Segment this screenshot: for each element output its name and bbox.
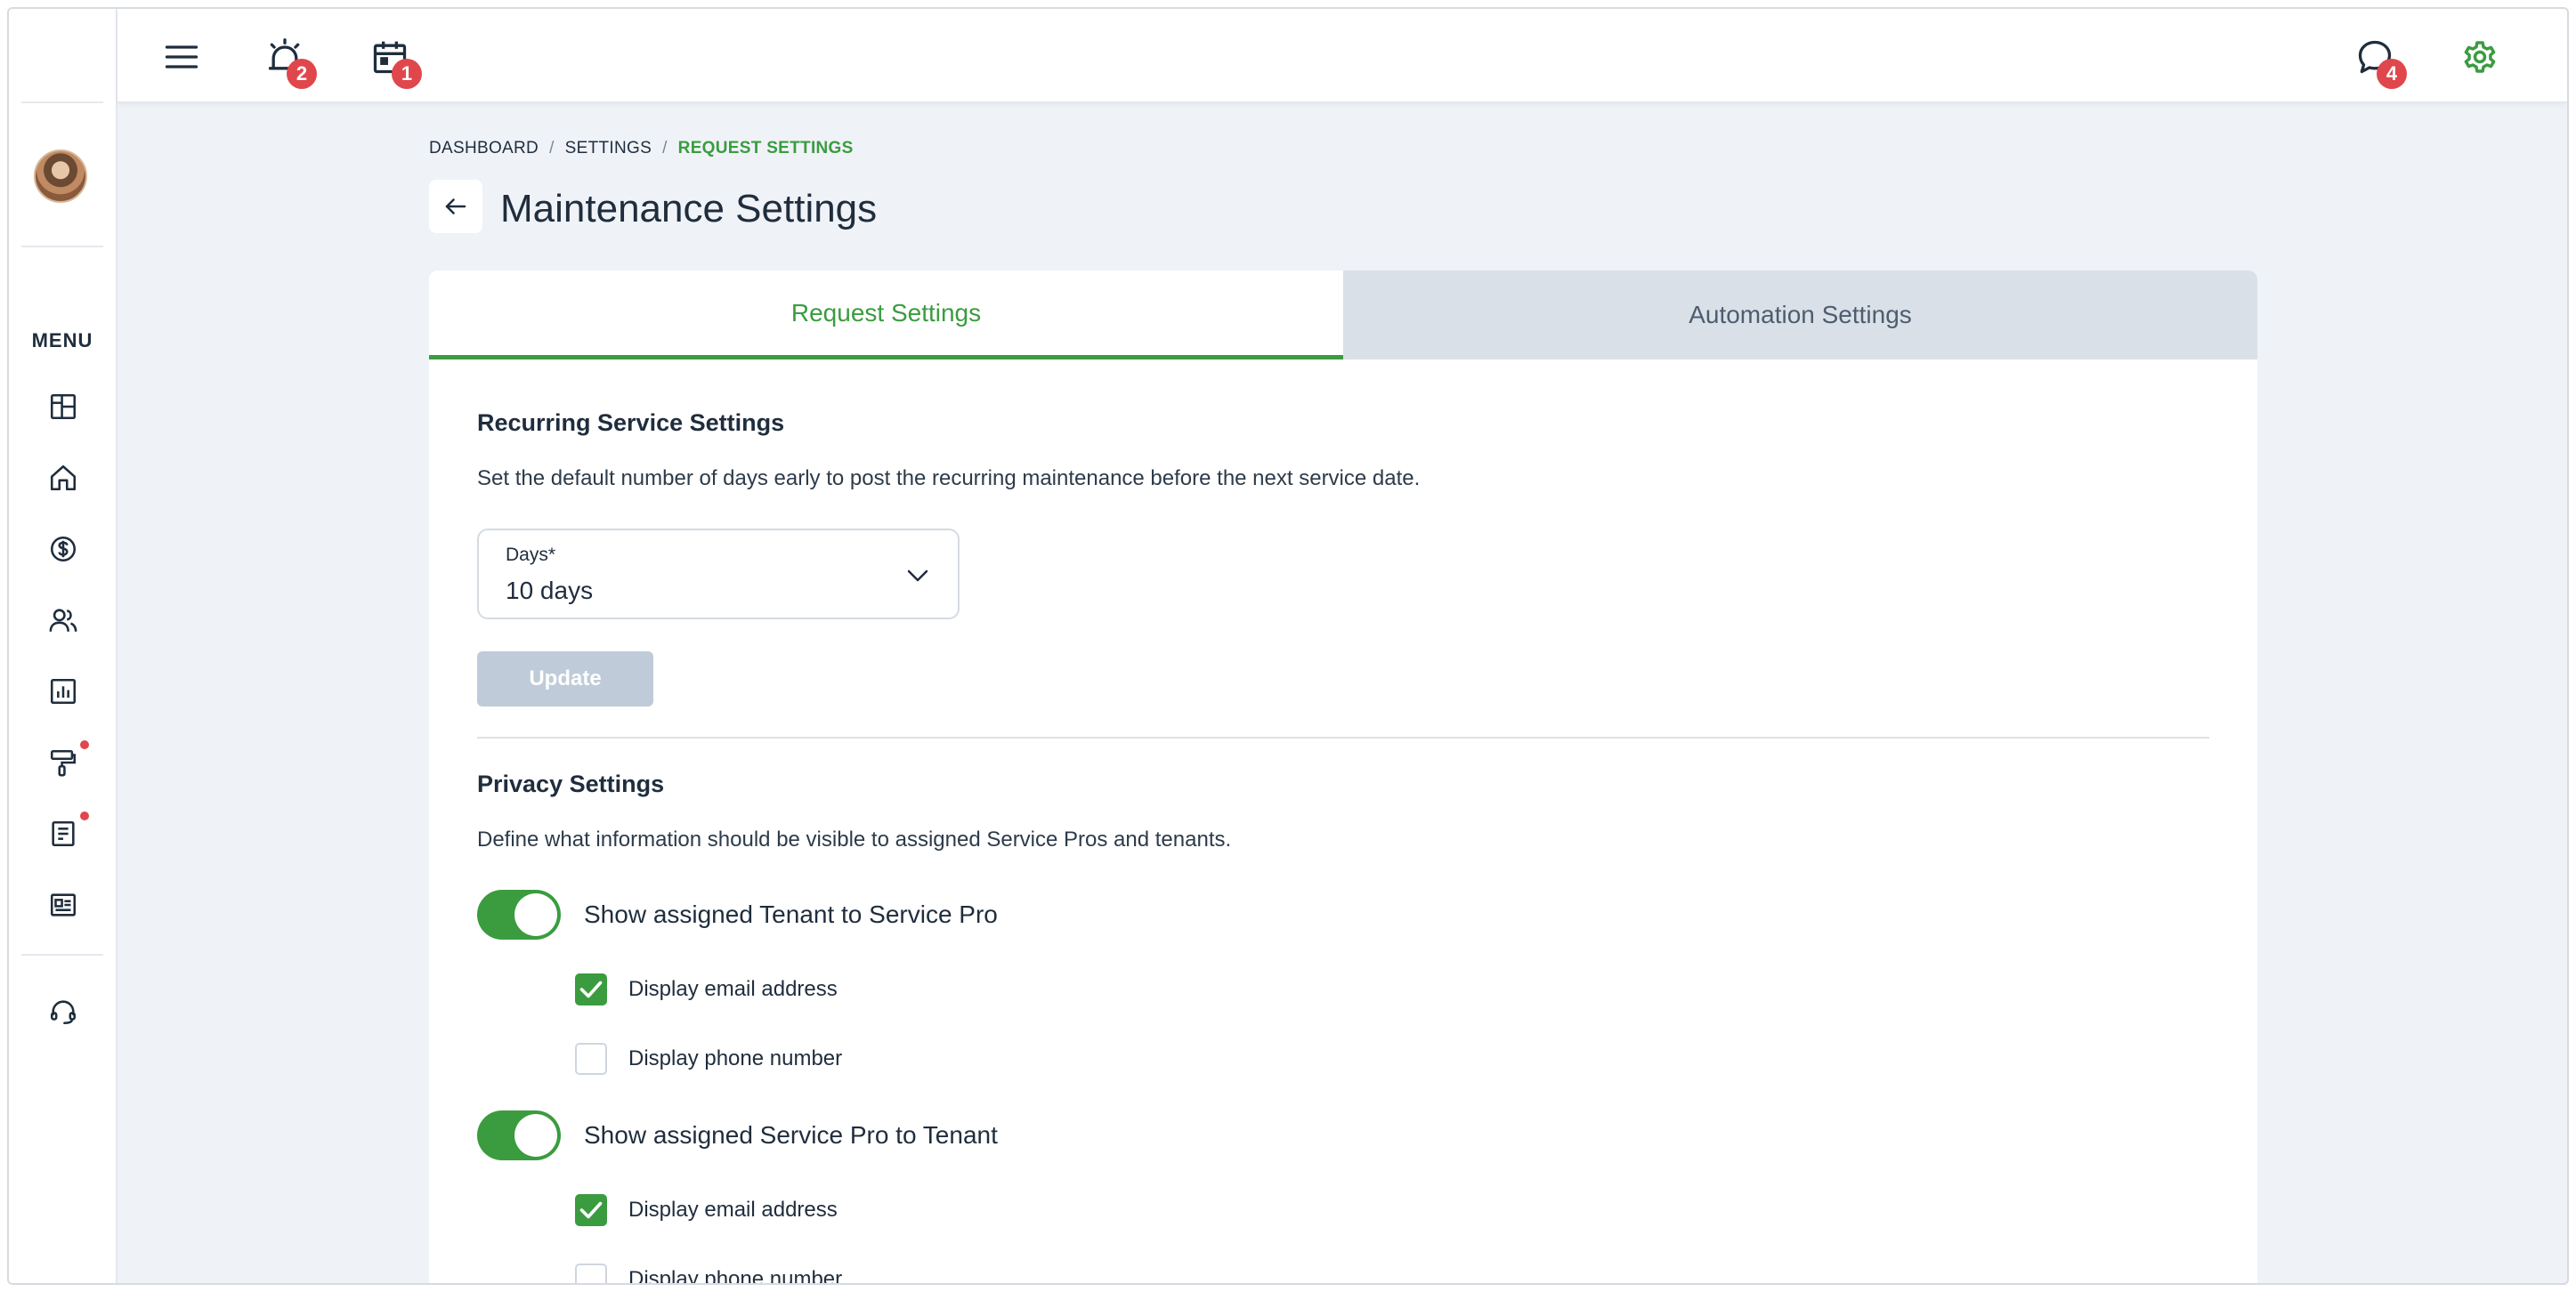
check-icon [579,981,603,998]
checkbox-service-pro-phone[interactable] [575,1264,607,1283]
toggle-service-pro-to-tenant-label: Show assigned Service Pro to Tenant [584,1121,998,1149]
settings-card: Request Settings Automation Settings Rec… [429,271,2257,1285]
check-icon [579,1201,603,1219]
maintenance-icon [50,749,77,777]
sidebar-item-dashboard[interactable] [48,392,78,422]
back-button[interactable] [429,180,482,233]
gear-icon [2464,41,2496,73]
hamburger-icon [165,45,198,69]
reports-icon [50,678,77,705]
privacy-description: Define what information should be visibl… [477,828,1232,852]
people-icon [49,609,77,632]
sidebar-item-support[interactable] [48,997,78,1027]
dollar-icon [50,536,77,562]
headset-icon [50,1000,77,1025]
breadcrumb-current: REQUEST SETTINGS [677,139,854,157]
sidebar-item-maintenance[interactable] [48,747,78,778]
checkbox-service-pro-phone-label: Display phone number [628,1267,843,1285]
arrow-left-icon [445,198,466,214]
section-divider [477,737,2209,739]
recurring-description: Set the default number of days early to … [477,466,1421,490]
sidebar: MENU [9,9,117,1283]
breadcrumb-dashboard[interactable]: DASHBOARD [429,139,539,157]
checkbox-tenant-phone-label: Display phone number [628,1046,843,1070]
listing-icon [50,893,77,917]
checkbox-tenant-email-label: Display email address [628,977,838,1001]
breadcrumb-settings[interactable]: SETTINGS [565,139,652,157]
sidebar-item-accounting[interactable] [48,534,78,564]
menu-label: MENU [31,329,93,351]
calendar-badge: 1 [392,59,422,89]
chevron-down-icon [907,569,928,582]
sidebar-item-reports[interactable] [48,676,78,707]
days-label: Days* [506,545,556,565]
sidebar-item-documents[interactable] [48,819,78,849]
privacy-section-title: Privacy Settings [477,771,665,797]
breadcrumb: DASHBOARD / SETTINGS / REQUEST SETTINGS [429,139,854,157]
maintenance-notification-dot [80,740,89,749]
app-window: MENU 2 1 4 DASHBOARD / SETTINGS / REQUES… [7,7,2569,1285]
sidebar-item-listings[interactable] [48,890,78,920]
sidebar-item-home[interactable] [48,463,78,493]
sidebar-divider [21,246,103,247]
dashboard-icon [50,393,77,420]
sidebar-item-people[interactable] [48,605,78,635]
home-icon [50,464,77,491]
tab-automation-settings[interactable]: Automation Settings [1343,271,2257,359]
days-select[interactable]: Days* 10 days [477,529,960,619]
update-button[interactable]: Update [477,651,653,707]
documents-notification-dot [80,812,89,820]
sidebar-divider [21,954,103,956]
recurring-section-title: Recurring Service Settings [477,409,785,436]
tab-request-settings[interactable]: Request Settings [429,271,1343,359]
topbar: 2 1 4 [117,9,2567,103]
toggle-service-pro-to-tenant[interactable] [477,1110,561,1160]
messages-badge: 4 [2377,59,2407,89]
checkbox-service-pro-email-label: Display email address [628,1198,838,1222]
tab-bar: Request Settings Automation Settings [429,271,2257,359]
checkbox-tenant-phone[interactable] [575,1043,607,1075]
toggle-tenant-to-service-pro[interactable] [477,890,561,940]
sidebar-divider [21,101,103,103]
checkbox-tenant-email[interactable] [575,973,607,1005]
alarm-badge: 2 [287,59,317,89]
hamburger-menu-button[interactable] [162,37,201,77]
avatar[interactable] [34,149,87,203]
checkbox-service-pro-email[interactable] [575,1194,607,1226]
days-value: 10 days [506,577,594,604]
toggle-tenant-to-service-pro-label: Show assigned Tenant to Service Pro [584,900,998,928]
settings-button[interactable] [2460,37,2499,77]
document-icon [52,820,75,847]
page-title: Maintenance Settings [500,187,878,230]
